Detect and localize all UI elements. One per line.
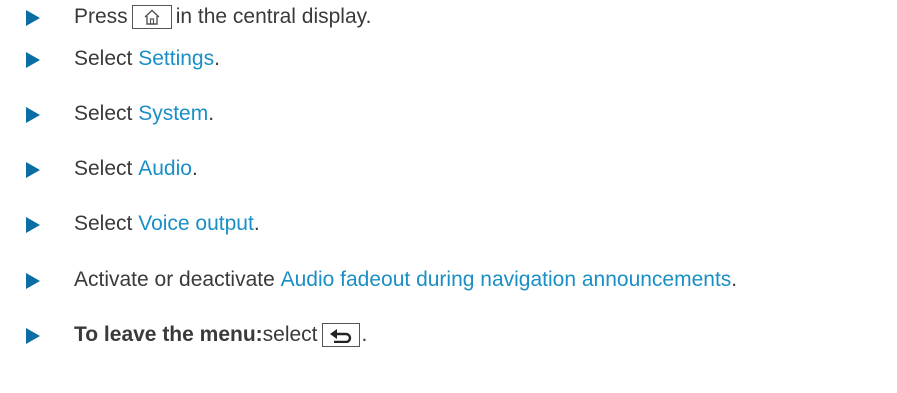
bullet-arrow-icon <box>26 328 40 344</box>
step-text: Select Voice output. <box>74 212 260 236</box>
bullet-arrow-icon <box>26 217 40 233</box>
menu-item-settings: Settings <box>138 47 215 70</box>
step-text: Select Settings. <box>74 47 220 71</box>
menu-item-voice-output: Voice output <box>138 212 254 235</box>
step-text-after: . <box>731 268 738 291</box>
bullet-arrow-icon <box>26 107 40 123</box>
menu-item-audio: Audio <box>138 157 192 180</box>
option-audio-fadeout: Audio fadeout during navigation announce… <box>280 268 732 291</box>
step-text-after: in the central display. <box>175 5 372 28</box>
step-text-after: . <box>214 47 220 70</box>
menu-item-system: System <box>138 102 209 125</box>
bullet-arrow-icon <box>26 162 40 178</box>
step-text: Select System. <box>74 102 214 126</box>
step-text-after: . <box>191 157 198 180</box>
step-text-before: Select <box>74 157 133 180</box>
step-text: Activate or deactivate Audio fadeout dur… <box>74 268 737 292</box>
step-text: To leave the menu: select . <box>74 323 367 347</box>
bullet-arrow-icon <box>26 52 40 68</box>
step-text-before: Press <box>74 5 128 28</box>
step-text-before: Select <box>74 212 133 235</box>
step-text: Select Audio. <box>74 157 198 181</box>
step-text-before: select <box>262 323 318 346</box>
step-text-after: . <box>253 212 260 235</box>
bullet-arrow-icon <box>26 273 40 289</box>
step-text-after: . <box>361 323 368 346</box>
step-text-before: Select <box>74 102 133 125</box>
instruction-steps: Press in the central display. Select Set… <box>0 0 897 393</box>
bullet-arrow-icon <box>26 10 40 26</box>
step-label-leave-menu: To leave the menu: <box>74 323 263 346</box>
back-icon <box>321 323 360 347</box>
step-text-after: . <box>208 102 215 125</box>
step-text-before: Select <box>74 47 133 70</box>
step-text-before: Activate or deactivate <box>74 268 275 291</box>
home-icon <box>131 5 172 29</box>
step-text: Press in the central display. <box>74 5 371 29</box>
